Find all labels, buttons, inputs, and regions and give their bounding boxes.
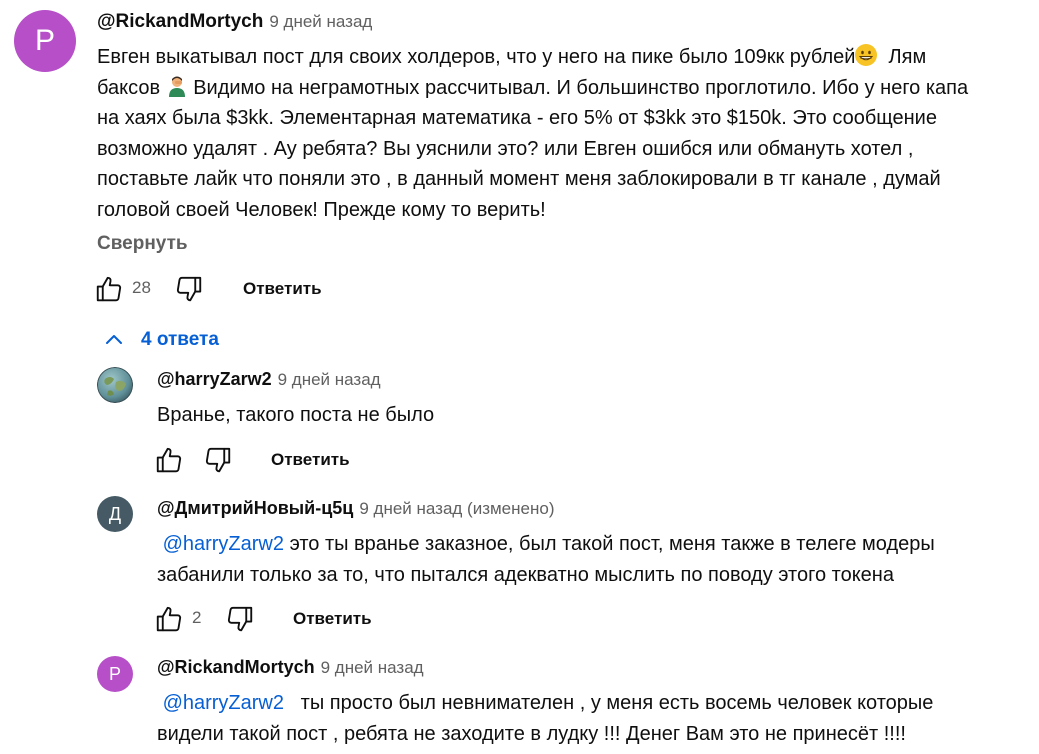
reply-text: @harryZarw2 это ты вранье заказное, был …	[157, 529, 1017, 590]
comment-line: поставьте лайк что поняли это , в данный…	[97, 168, 941, 190]
replies-toggle-button[interactable]: 4 ответа	[102, 328, 219, 352]
avatar-letter: P	[108, 663, 121, 684]
reply-line: видели такой пост , ребята не заходите в…	[157, 722, 906, 745]
avatar[interactable]	[97, 367, 133, 403]
avatar[interactable]: P	[14, 10, 76, 72]
mention-link[interactable]: @harryZarw2	[163, 533, 284, 555]
avatar-letter: Д	[108, 503, 122, 524]
thumb-up-icon	[96, 276, 122, 302]
reply-button[interactable]: Ответить	[271, 450, 350, 470]
author-name[interactable]: @harryZarw2	[157, 369, 272, 389]
comment-line: возможно удалят . Ау ребята? Вы уяснили …	[97, 137, 914, 160]
dislike-button[interactable]	[201, 443, 235, 477]
author-name[interactable]: @RickandMortych	[157, 657, 315, 677]
mention-link[interactable]: @harryZarw2	[163, 692, 284, 714]
avatar[interactable]: P	[97, 656, 133, 692]
timestamp[interactable]: 9 дней назад	[278, 370, 381, 389]
reply-line: @harryZarw2 это ты вранье заказное, был …	[162, 533, 935, 555]
author-name[interactable]: @RickandMortych	[97, 11, 263, 32]
globe-avatar-image	[97, 367, 133, 403]
thumb-down-icon	[227, 606, 253, 632]
person-facepalm-icon	[166, 75, 188, 97]
comment-line: головой своей Человек! Прежде кому то ве…	[97, 198, 546, 221]
comment-header: @RickandMortych 9 дней назад	[97, 11, 372, 33]
reply-header: @RickandMortych 9 дней назад	[157, 657, 424, 678]
comment-line: на хаях была $3kk. Элементарная математи…	[97, 107, 937, 129]
thumb-down-icon	[205, 447, 231, 473]
timestamp[interactable]: 9 дней назад	[269, 12, 372, 31]
like-count: 2	[192, 608, 202, 627]
collapse-button[interactable]: Свернуть	[97, 233, 188, 255]
timestamp[interactable]: 9 дней назад (изменено)	[359, 499, 554, 518]
reply-text: Вранье, такого поста не было	[157, 400, 434, 431]
like-button[interactable]	[92, 272, 126, 306]
reply-text: @harryZarw2 ты просто был невнимателен ,…	[157, 688, 1017, 749]
like-button[interactable]	[152, 602, 186, 636]
avatar[interactable]: Д	[97, 496, 133, 532]
reply-button[interactable]: Ответить	[243, 279, 322, 299]
timestamp[interactable]: 9 дней назад	[321, 658, 424, 677]
reply-line: Вранье, такого поста не было	[157, 404, 435, 426]
reply-line: забанили только за то, что пытался адекв…	[157, 563, 894, 586]
reply-line: @harryZarw2 ты просто был невнимателен ,…	[162, 692, 934, 714]
reply-header: @harryZarw2 9 дней назад	[157, 369, 381, 390]
chevron-up-icon	[106, 335, 122, 344]
replies-count-label: 4 ответа	[141, 329, 219, 350]
dislike-button[interactable]	[172, 272, 206, 306]
reply-button[interactable]: Ответить	[293, 609, 372, 629]
like-count: 28	[132, 278, 151, 297]
avatar-letter: P	[34, 24, 55, 57]
author-name[interactable]: @ДмитрийНовый-ц5ц	[157, 498, 353, 518]
thumb-up-icon	[156, 606, 182, 632]
dislike-button[interactable]	[223, 602, 257, 636]
thumb-down-icon	[176, 276, 202, 302]
thumb-up-icon	[156, 447, 182, 473]
reply-header: @ДмитрийНовый-ц5ц 9 дней назад (изменено)	[157, 498, 555, 519]
like-button[interactable]	[152, 443, 186, 477]
comment-text: Евген выкатывал пост для своих холдеров,…	[97, 42, 1027, 225]
comment-line: Евген выкатывал пост для своих холдеров,…	[97, 44, 927, 68]
grin-emoji-icon	[855, 44, 878, 66]
comment-line: баксов Видимо на неграмотных рассчитывал…	[97, 75, 969, 99]
